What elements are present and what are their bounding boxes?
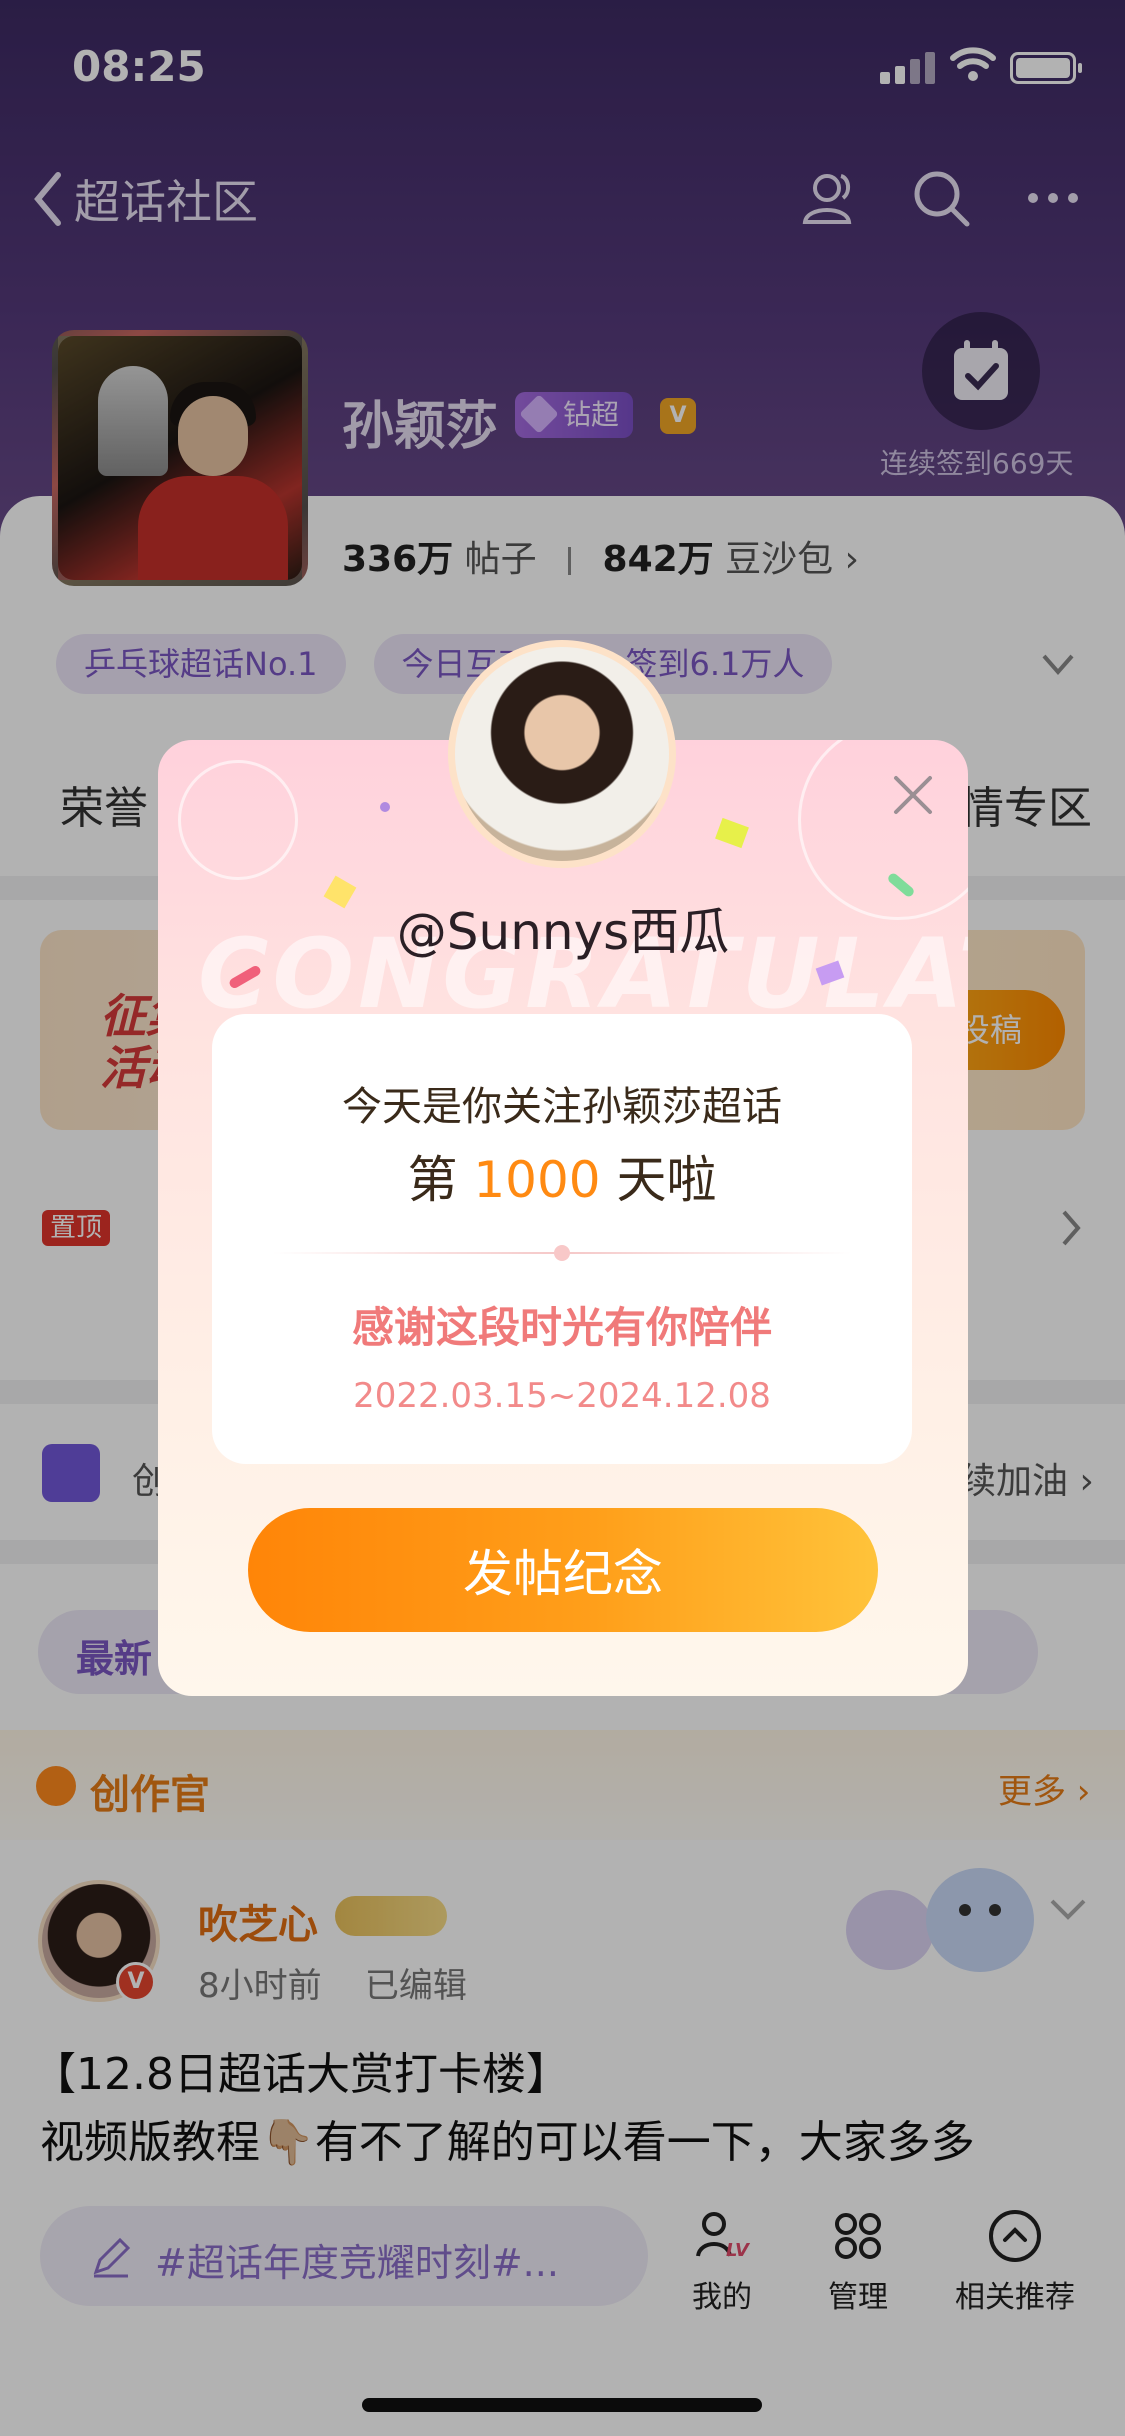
thanks-message: 感谢这段时光有你陪伴 xyxy=(351,1303,772,1352)
follow-days-suffix: 天啦 xyxy=(616,1151,717,1209)
user-avatar xyxy=(448,640,676,868)
heart-divider xyxy=(272,1245,852,1261)
confetti-icon xyxy=(715,817,749,849)
modal-username: @Sunnys西瓜 xyxy=(396,903,730,961)
follow-days-prefix: 第 xyxy=(407,1151,458,1209)
follow-date-range: 2022.03.15~2024.12.08 xyxy=(353,1376,771,1416)
post-memorial-button[interactable]: 发帖纪念 xyxy=(248,1508,878,1632)
confetti-icon xyxy=(380,802,390,812)
follow-message: 今天是你关注孙颖莎超话 xyxy=(342,1084,782,1130)
follow-days-number: 1000 xyxy=(473,1151,601,1209)
bubble-decoration xyxy=(178,760,298,880)
follow-days: 第 1000 天啦 xyxy=(212,1140,912,1212)
close-icon[interactable] xyxy=(888,770,938,820)
